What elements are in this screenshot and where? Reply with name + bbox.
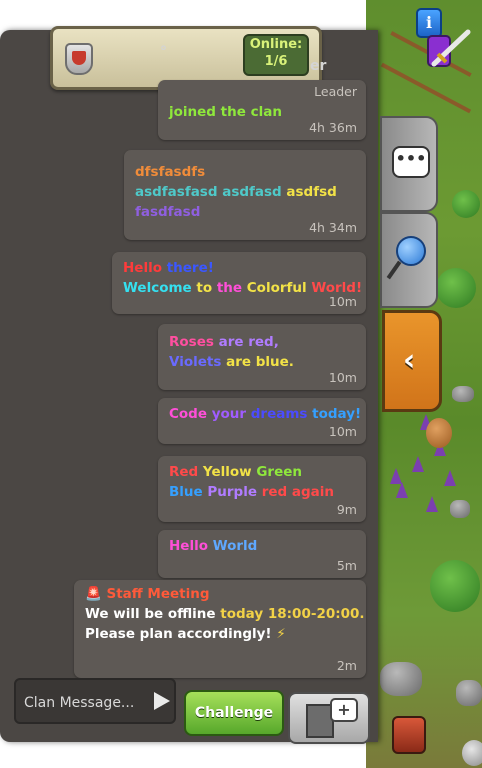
- helmet-icon[interactable]: [462, 740, 482, 766]
- message-line: Hello there!: [123, 260, 214, 276]
- message-timestamp: 4h 34m: [309, 220, 357, 235]
- chat-message: Hello there! Welcome to the Colorful Worl…: [112, 252, 366, 314]
- message-text: Roses: [169, 334, 219, 350]
- message-text: there!: [166, 260, 214, 276]
- online-counter: Online: 1/6: [243, 34, 309, 76]
- message-text: Purple: [207, 484, 262, 500]
- chat-message: Leader joined the clan 4h 36m: [158, 80, 366, 140]
- message-text: joined the clan: [169, 104, 282, 120]
- message-text: your: [211, 406, 251, 422]
- message-line: Hello World: [169, 538, 257, 554]
- tree: [430, 560, 480, 612]
- rock: [380, 662, 422, 696]
- sword-attack-icon[interactable]: [424, 24, 474, 72]
- tab-pin[interactable]: [380, 212, 438, 308]
- message-text: World: [212, 538, 258, 554]
- sender-role: Leader: [314, 84, 357, 99]
- message-text: Code: [169, 406, 212, 422]
- chat-message: Roses are red, Violets are blue. 10m: [158, 324, 366, 390]
- message-text: red again: [261, 484, 335, 500]
- chat-message: Red Yellow Green Blue Purple red again 9m: [158, 456, 366, 522]
- message-line: 🚨 Staff Meeting: [85, 586, 210, 602]
- message-line: Welcome to the Colorful World!: [123, 280, 362, 296]
- message-text: Blue: [169, 484, 208, 500]
- message-line: Blue Purple red again: [169, 484, 334, 500]
- tree: [452, 190, 480, 218]
- message-timestamp: 10m: [328, 294, 357, 309]
- crystal: [444, 470, 456, 486]
- message-timestamp: 4h 36m: [309, 120, 357, 135]
- message-line: Violets are blue.: [169, 354, 294, 370]
- message-timestamp: 9m: [336, 502, 357, 517]
- rock: [456, 680, 482, 706]
- crystal: [426, 496, 438, 512]
- speech-bubble-icon: •••: [392, 146, 430, 178]
- message-line: Please plan accordingly! ⚡: [85, 626, 286, 642]
- message-text: Hello: [123, 260, 167, 276]
- message-text: dfsfasdfs: [135, 164, 206, 180]
- chat-message: Code your dreams today! 10m: [158, 398, 366, 444]
- message-text: today 18:00-20:00.: [220, 606, 365, 622]
- crystal: [412, 456, 424, 472]
- chat-message: dfsfasdfs asdfasfasd asdfasd asdfsd fasdfa…: [124, 150, 366, 240]
- crystal: [396, 482, 408, 498]
- rock: [452, 386, 474, 402]
- message-text: Please plan accordingly!: [85, 626, 277, 642]
- message-line: We will be offline today 18:00-20:00.: [85, 606, 365, 622]
- clan-message-input[interactable]: Clan Message...: [14, 678, 176, 724]
- message-line: Roses are red,: [169, 334, 279, 350]
- chevron-left-icon: ‹: [403, 343, 416, 378]
- message-line: Code your dreams today!: [169, 406, 361, 422]
- message-text: Colorful: [246, 280, 312, 296]
- message-text: Red: [169, 464, 203, 480]
- clan-badge-icon: [65, 43, 93, 75]
- rock: [450, 500, 470, 518]
- message-text: Violets: [169, 354, 227, 370]
- message-text: We will be offline: [85, 606, 221, 622]
- truncated-text: °: [160, 44, 167, 60]
- message-line: asdfasfasd asdfasd asdfsd: [135, 184, 337, 200]
- message-text: are red,: [218, 334, 279, 350]
- message-line: fasdfasd: [135, 204, 200, 220]
- tree: [436, 268, 476, 308]
- challenge-button[interactable]: Challenge: [184, 690, 284, 736]
- message-line: Red Yellow Green: [169, 464, 302, 480]
- pushpin-needle: [386, 260, 402, 280]
- plus-icon: +: [330, 698, 358, 722]
- chat-message: Hello World 5m: [158, 530, 366, 578]
- tab-chat[interactable]: •••: [380, 116, 438, 212]
- online-label: Online:: [249, 37, 303, 52]
- request-troops-button[interactable]: +: [288, 692, 370, 744]
- message-timestamp: 5m: [336, 558, 357, 573]
- message-text: Welcome: [123, 280, 197, 296]
- message-text: Hello: [169, 538, 213, 554]
- collapse-chat-button[interactable]: ‹: [382, 310, 442, 412]
- message-text: are: [226, 354, 256, 370]
- message-text: fasdfasd: [135, 204, 201, 220]
- send-icon[interactable]: [154, 692, 170, 710]
- message-timestamp: 10m: [328, 424, 357, 439]
- message-text: the: [216, 280, 247, 296]
- message-text: 🚨 Staff Meeting: [85, 586, 210, 602]
- message-timestamp: 10m: [328, 370, 357, 385]
- message-text: Yellow: [202, 464, 257, 480]
- message-text: ⚡: [276, 626, 286, 642]
- message-timestamp: 2m: [336, 658, 357, 673]
- message-text: to: [196, 280, 217, 296]
- message-line: dfsfasdfs: [135, 164, 205, 180]
- message-line: joined the clan: [169, 104, 282, 120]
- truncated-text: er: [310, 58, 327, 74]
- egg-decoration: [426, 418, 452, 448]
- message-text: Green: [256, 464, 302, 480]
- message-text: asdfsd: [286, 184, 337, 200]
- message-text: today!: [312, 406, 362, 422]
- message-text: dreams: [250, 406, 313, 422]
- treasure-chest-icon[interactable]: [392, 716, 426, 754]
- chat-message: 🚨 Staff Meeting We will be offline today …: [74, 580, 366, 678]
- message-text: asdfasfasd asdfasd: [135, 184, 287, 200]
- message-text: blue.: [255, 354, 294, 370]
- online-count: 1/6: [264, 54, 288, 69]
